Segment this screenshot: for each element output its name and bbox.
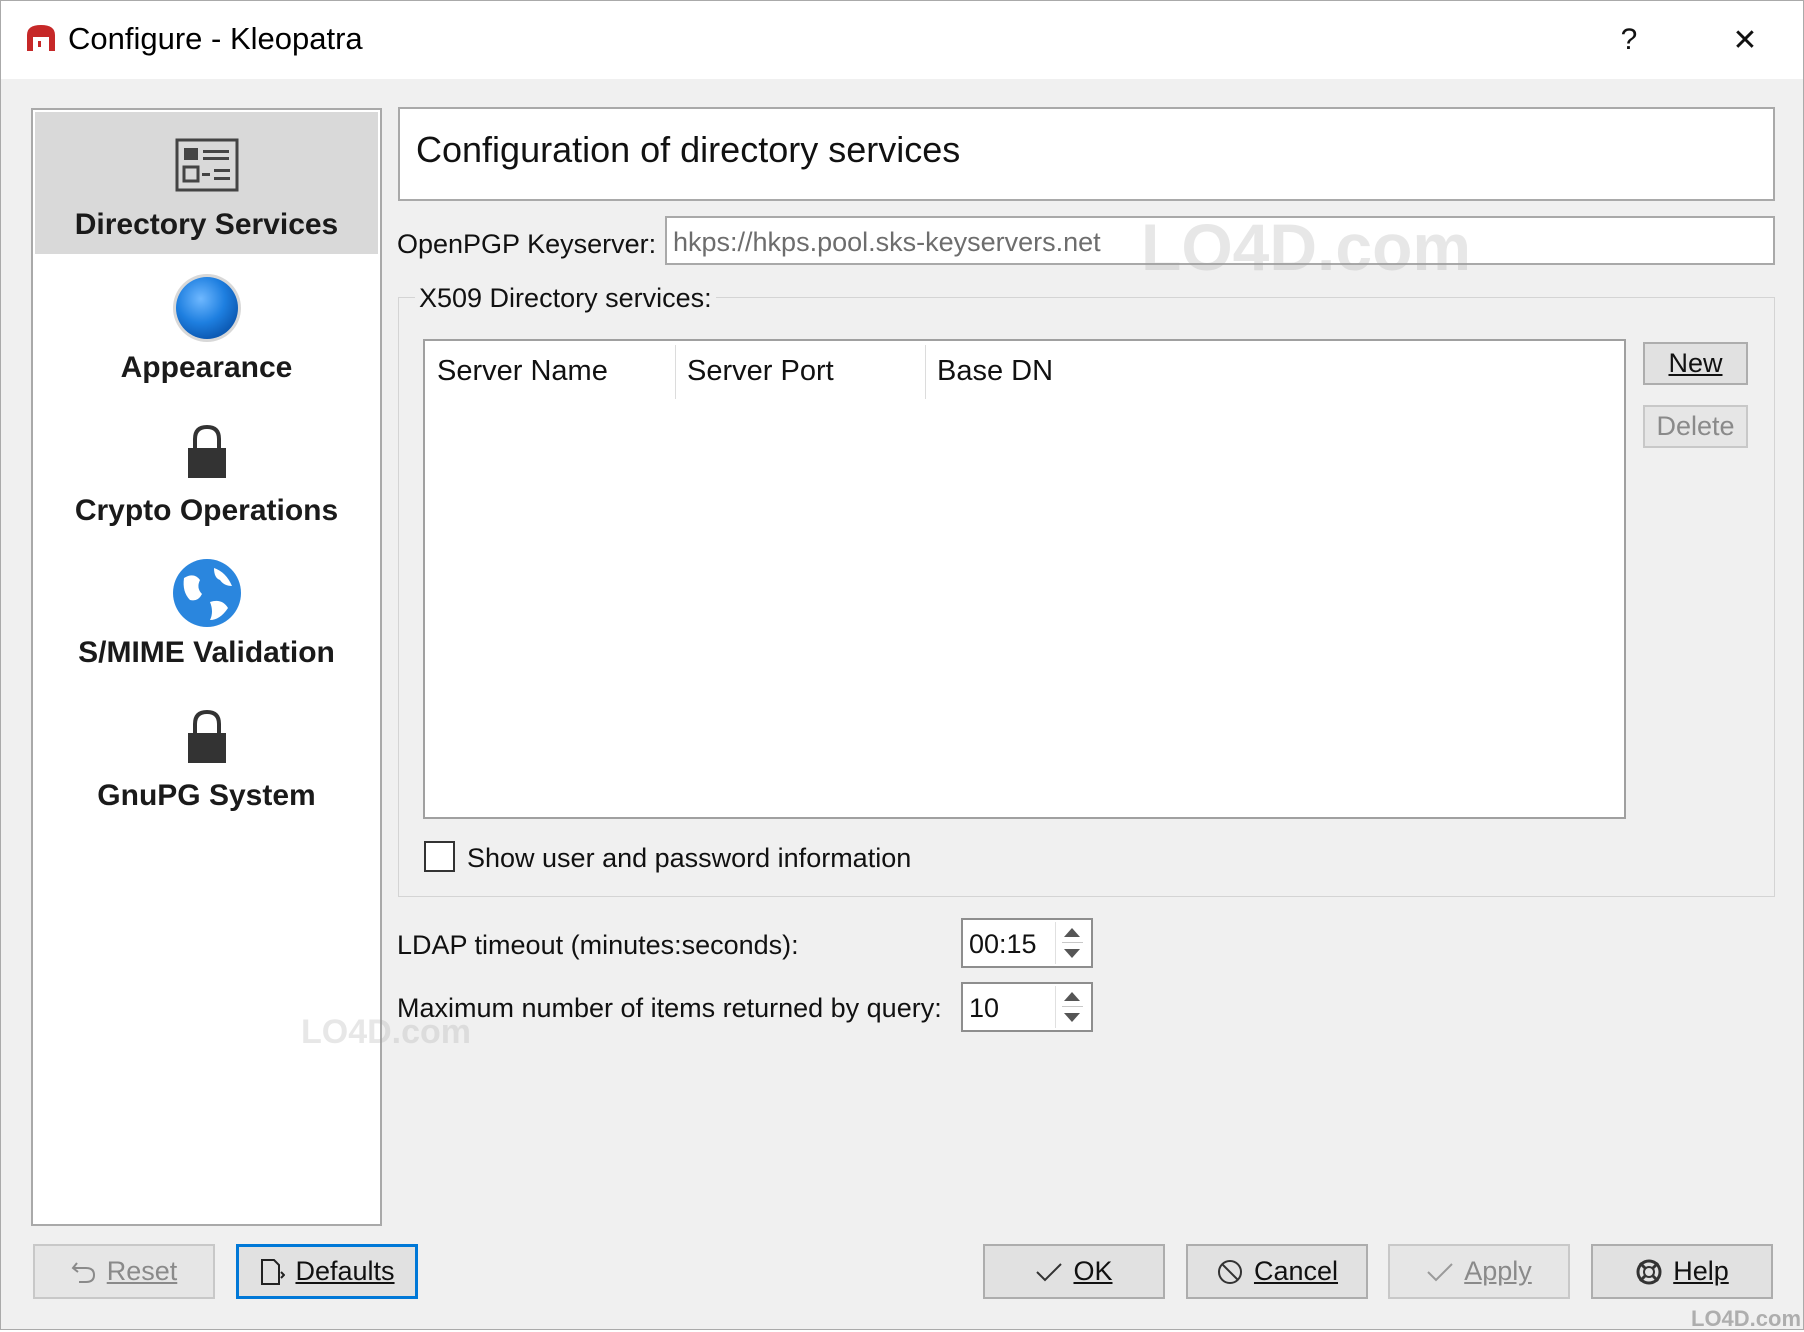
lifebuoy-icon xyxy=(1635,1258,1663,1286)
new-server-button[interactable]: New xyxy=(1643,342,1748,385)
padlock-icon xyxy=(168,412,246,490)
checkmark-icon xyxy=(1426,1261,1454,1283)
blue-sphere-icon xyxy=(168,269,246,347)
help-button[interactable]: Help xyxy=(1591,1244,1773,1299)
help-button-label: Help xyxy=(1673,1256,1729,1286)
category-sidebar: Directory Services Appearance Crypto Ope… xyxy=(31,108,382,1226)
spin-divider xyxy=(1062,1006,1083,1007)
page-title: Configuration of directory services xyxy=(416,129,961,170)
ldap-timeout-spinbox[interactable]: 00:15 xyxy=(961,918,1093,968)
context-help-button[interactable]: ? xyxy=(1599,15,1659,65)
cancel-button[interactable]: Cancel xyxy=(1186,1244,1368,1299)
sidebar-item-appearance[interactable]: Appearance xyxy=(35,255,378,397)
new-button-label: New xyxy=(1668,348,1723,378)
show-user-password-checkbox[interactable] xyxy=(424,841,455,872)
close-window-button[interactable]: ✕ xyxy=(1715,15,1775,65)
window-title: Configure - Kleopatra xyxy=(68,21,363,56)
column-header-base-dn[interactable]: Base DN xyxy=(925,341,1325,401)
spin-up-arrow-icon[interactable] xyxy=(1064,928,1080,937)
watermark: LO4D.com xyxy=(301,1013,472,1051)
x509-group-title: X509 Directory services: xyxy=(415,283,716,314)
sidebar-item-label: S/MIME Validation xyxy=(78,636,335,669)
x509-server-table[interactable]: Server Name Server Port Base DN xyxy=(423,339,1626,819)
sidebar-item-directory-services[interactable]: Directory Services xyxy=(35,112,378,254)
kleopatra-app-icon xyxy=(27,25,55,51)
delete-server-button[interactable]: Delete xyxy=(1643,405,1748,448)
spin-buttons[interactable] xyxy=(1055,922,1089,964)
defaults-button[interactable]: Defaults xyxy=(236,1244,418,1299)
max-items-label: Maximum number of items returned by quer… xyxy=(397,993,942,1023)
reset-button-label: Reset xyxy=(106,1256,178,1286)
ldap-timeout-value: 00:15 xyxy=(969,929,1037,959)
sidebar-item-gnupg-system[interactable]: GnuPG System xyxy=(35,683,378,825)
ldap-timeout-label: LDAP timeout (minutes:seconds): xyxy=(397,930,799,960)
sidebar-item-label: Directory Services xyxy=(74,208,339,241)
apply-button-label: Apply xyxy=(1464,1256,1532,1286)
padlock-icon xyxy=(168,697,246,775)
page-header: Configuration of directory services xyxy=(398,107,1775,201)
title-bar: Configure - Kleopatra ? ✕ xyxy=(1,1,1803,79)
checkmark-icon xyxy=(1035,1261,1063,1283)
defaults-button-label: Defaults xyxy=(295,1256,395,1286)
max-items-spinbox[interactable]: 10 xyxy=(961,982,1093,1032)
sidebar-item-label: Appearance xyxy=(120,351,293,384)
cancel-circle-icon xyxy=(1216,1258,1244,1286)
column-header-server-name[interactable]: Server Name xyxy=(425,341,675,401)
keyserver-label: OpenPGP Keyserver: xyxy=(397,229,657,259)
globe-icon xyxy=(168,554,246,632)
reset-button[interactable]: Reset xyxy=(33,1244,215,1299)
undo-icon xyxy=(71,1259,97,1285)
configure-dialog: Configure - Kleopatra ? ✕ Directory Serv… xyxy=(0,0,1804,1331)
cancel-button-label: Cancel xyxy=(1253,1256,1339,1286)
column-header-server-port[interactable]: Server Port xyxy=(675,341,925,401)
sidebar-item-label: Crypto Operations xyxy=(74,494,339,527)
ok-button[interactable]: OK xyxy=(983,1244,1165,1299)
spin-down-arrow-icon[interactable] xyxy=(1064,1013,1080,1022)
watermark: LO4D.com xyxy=(1141,210,1472,284)
max-items-value: 10 xyxy=(969,993,1000,1023)
sidebar-item-smime-validation[interactable]: S/MIME Validation xyxy=(35,540,378,682)
spin-buttons[interactable] xyxy=(1055,986,1089,1028)
sidebar-item-label: GnuPG System xyxy=(97,779,316,812)
apply-button[interactable]: Apply xyxy=(1388,1244,1570,1299)
spin-down-arrow-icon[interactable] xyxy=(1064,949,1080,958)
delete-button-label: Delete xyxy=(1656,411,1735,441)
sidebar-item-crypto-operations[interactable]: Crypto Operations xyxy=(35,398,378,540)
address-card-icon xyxy=(168,126,246,204)
document-icon xyxy=(259,1258,286,1286)
spin-up-arrow-icon[interactable] xyxy=(1064,992,1080,1001)
ok-button-label: OK xyxy=(1073,1256,1113,1286)
spin-divider xyxy=(1062,942,1083,943)
watermark: LO4D.com xyxy=(1691,1306,1802,1331)
show-user-password-label[interactable]: Show user and password information xyxy=(467,843,911,874)
